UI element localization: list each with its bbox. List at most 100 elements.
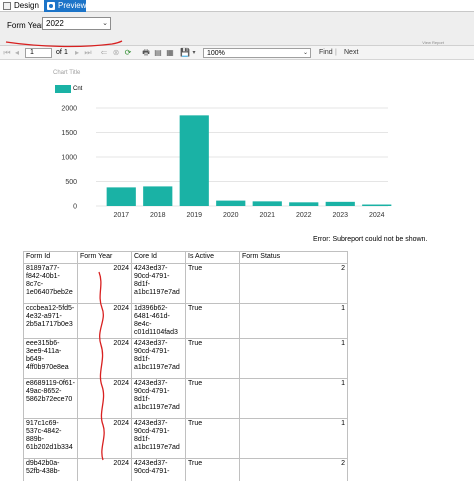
report-canvas: Chart Title Cnt 0 500 1000 1500 2000 2017 2018… <box>0 61 474 481</box>
tab-design-label: Design <box>14 1 39 10</box>
table-row: 81897a77-f842-40b1-8c7c-1e06407beb2e 202… <box>23 263 348 304</box>
cell-form-id: 81897a77-f842-40b1-8c7c-1e06407beb2e <box>23 263 78 304</box>
form-year-label: Form Year <box>7 21 44 30</box>
cell-core-id: 1d396b62-6481-461d-8e4c-c01d1104fad3 <box>131 303 186 339</box>
print-layout-icon[interactable]: ▤ <box>153 48 163 58</box>
cell-form-id: eee315b6-3ee9-411a-b649-4ff0b970e8ea <box>23 338 78 379</box>
x-tick-label: 2020 <box>223 212 239 219</box>
x-tick-label: 2019 <box>186 212 202 219</box>
subreport-error: Error: Subreport could not be shown. <box>313 236 428 243</box>
find-button[interactable]: Find <box>319 48 333 58</box>
bar-2024 <box>362 204 392 206</box>
tab-design[interactable]: Design <box>0 0 43 12</box>
bar-2022 <box>289 202 319 206</box>
cell-form-status: 1 <box>239 378 348 419</box>
cell-form-id: d9b42b0a-52fb-438b- <box>23 458 78 481</box>
find-separator: | <box>335 49 337 56</box>
cell-form-status: 2 <box>239 458 348 481</box>
x-tick-label: 2024 <box>369 212 385 219</box>
y-tick-label: 500 <box>65 179 77 186</box>
cell-core-id: 4243ed37-90cd-4791-8d1f-a1bc1197e7ad <box>131 338 186 379</box>
cell-core-id: 4243ed37-90cd-4791-8d1f-a1bc1197e7ad <box>131 378 186 419</box>
x-tick-label: 2021 <box>259 212 275 219</box>
find-next-button[interactable]: Next <box>344 48 358 58</box>
header-form-id: Form Id <box>23 251 78 264</box>
y-tick-label: 1000 <box>61 155 77 162</box>
y-tick-label: 2000 <box>61 106 77 113</box>
design-icon <box>3 2 11 10</box>
page-total-label: 1 <box>64 49 68 56</box>
cell-form-year: 2024 <box>77 303 132 339</box>
chevron-down-icon: ⌄ <box>102 20 108 27</box>
cell-core-id: 4243ed37-90cd-4791- <box>131 458 186 481</box>
table-row: 917c1c69-537c-4842-889b-61b202d1b334 202… <box>23 418 348 459</box>
bar-2021 <box>252 201 282 206</box>
form-year-value: 2022 <box>46 19 64 28</box>
table-header-row: Form Id Form Year Core Id Is Active Form… <box>23 251 348 264</box>
zoom-select[interactable]: 100% ⌄ <box>203 48 311 58</box>
last-page-icon[interactable]: ⏭ <box>84 48 92 58</box>
header-form-status: Form Status <box>239 251 348 264</box>
cell-form-status: 1 <box>239 418 348 459</box>
bar-2023 <box>325 201 355 206</box>
cell-core-id: 4243ed37-90cd-4791-8d1f-a1bc1197e7ad <box>131 263 186 304</box>
cell-form-status: 2 <box>239 263 348 304</box>
y-tick-label: 1500 <box>61 130 77 137</box>
view-report-button[interactable]: View Report <box>422 40 444 45</box>
x-tick-label: 2017 <box>113 212 129 219</box>
form-year-select[interactable]: 2022 ⌄ <box>42 17 111 30</box>
tab-preview-label: Preview <box>58 1 87 10</box>
cell-form-status: 1 <box>239 303 348 339</box>
tab-preview[interactable]: Preview <box>44 0 86 12</box>
x-tick-label: 2023 <box>332 212 348 219</box>
cell-form-year: 2024 <box>77 418 132 459</box>
first-page-icon[interactable]: ⏮ <box>3 48 11 58</box>
bar-chart: 0 500 1000 1500 2000 2017 2018 2019 2020 2021 2022… <box>61 106 392 219</box>
print-icon[interactable]: 🖶 <box>141 48 151 58</box>
refresh-icon[interactable]: ⟳ <box>123 48 133 58</box>
cell-is-active: True <box>185 378 240 419</box>
cell-form-year: 2024 <box>77 378 132 419</box>
header-core-id: Core Id <box>131 251 186 264</box>
cell-is-active: True <box>185 263 240 304</box>
chart-title: Chart Title <box>53 70 81 76</box>
forms-table: Form Id Form Year Core Id Is Active Form… <box>23 251 348 481</box>
bar-2017 <box>106 187 136 206</box>
back-icon[interactable]: ⇐ <box>99 48 109 58</box>
cell-is-active: True <box>185 458 240 481</box>
previous-page-icon[interactable]: ◂ <box>13 48 21 58</box>
legend-label: Cnt <box>73 86 83 92</box>
cell-form-id: e8689119-0f61-49ac-8652-5862b72ece70 <box>23 378 78 419</box>
cell-is-active: True <box>185 418 240 459</box>
table-row: e8689119-0f61-49ac-8652-5862b72ece70 202… <box>23 378 348 419</box>
legend-swatch <box>55 85 71 93</box>
header-is-active: Is Active <box>185 251 240 264</box>
x-tick-label: 2022 <box>296 212 312 219</box>
export-dropdown-icon[interactable]: ▾ <box>191 48 197 58</box>
report-toolbar: ⏮ ◂ 1 of 1 ▸ ⏭ ⇐ ⊗ ⟳ 🖶 ▤ ▦ 💾 ▾ 100% ⌄ Fi… <box>0 46 474 60</box>
parameter-panel: Form Year 2022 ⌄ View Report <box>0 12 474 46</box>
view-tab-bar: Design Preview <box>0 0 474 12</box>
bar-2019 <box>179 115 209 206</box>
chevron-down-icon: ⌄ <box>302 50 308 56</box>
cell-form-status: 1 <box>239 338 348 379</box>
stop-icon[interactable]: ⊗ <box>111 48 121 58</box>
bar-2020 <box>216 200 246 206</box>
table-row: d9b42b0a-52fb-438b- 2024 4243ed37-90cd-4… <box>23 458 348 481</box>
cell-form-year: 2024 <box>77 338 132 379</box>
export-icon[interactable]: 💾 <box>179 48 191 58</box>
preview-icon <box>47 2 55 10</box>
table-row: eee315b6-3ee9-411a-b649-4ff0b970e8ea 202… <box>23 338 348 379</box>
table-row: cccbea12-5fd5-4e32-a971-2b5a1717b0e3 202… <box>23 303 348 339</box>
page-of-label: of <box>56 49 62 56</box>
next-page-icon[interactable]: ▸ <box>73 48 81 58</box>
cell-is-active: True <box>185 303 240 339</box>
cell-form-year: 2024 <box>77 458 132 481</box>
cell-form-id: cccbea12-5fd5-4e32-a971-2b5a1717b0e3 <box>23 303 78 339</box>
y-tick-label: 0 <box>73 204 77 211</box>
zoom-value: 100% <box>207 50 225 57</box>
bar-2018 <box>143 186 173 206</box>
x-tick-label: 2018 <box>150 212 166 219</box>
page-setup-icon[interactable]: ▦ <box>165 48 175 58</box>
page-number-input[interactable]: 1 <box>25 48 52 58</box>
